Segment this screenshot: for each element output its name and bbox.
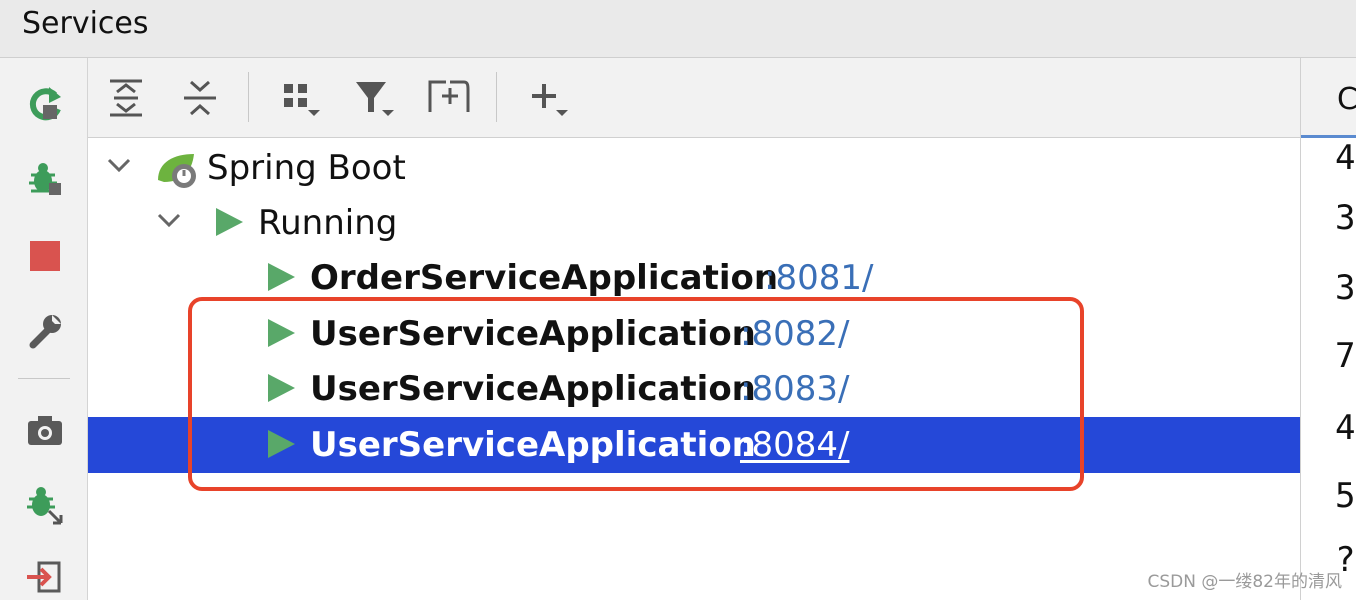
port-link[interactable]: :8083/ [740, 369, 849, 409]
debug-icon[interactable] [22, 156, 68, 202]
window-title: Services [22, 6, 149, 41]
wrench-icon[interactable] [22, 308, 68, 354]
run-icon [268, 263, 295, 291]
console-text: 4 [1335, 138, 1356, 178]
left-toolbar [0, 58, 88, 600]
stop-icon[interactable] [22, 233, 68, 279]
tree-node-running[interactable]: Running [88, 195, 1300, 251]
services-tree: Spring Boot Running OrderServiceApplicat… [88, 138, 1300, 600]
console-tab[interactable]: C [1301, 58, 1356, 138]
console-pane: C 4 3 3 7 4 5 ? [1300, 58, 1356, 600]
console-tab-label: C [1337, 82, 1356, 117]
run-icon [216, 208, 243, 236]
toolbar-separator [496, 72, 497, 122]
services-toolbar [88, 58, 1300, 138]
run-icon [268, 430, 295, 458]
login-icon[interactable] [22, 554, 68, 600]
camera-icon[interactable] [22, 408, 68, 454]
chevron-down-icon[interactable] [104, 150, 134, 180]
app-name: UserServiceApplication [310, 369, 756, 409]
chevron-down-icon[interactable] [154, 205, 184, 235]
run-icon [268, 374, 295, 402]
expand-all-icon[interactable] [102, 74, 150, 122]
tree-node-app[interactable]: OrderServiceApplication :8081/ [88, 250, 1300, 306]
tree-node-spring-boot[interactable]: Spring Boot [88, 140, 1300, 196]
port-link[interactable]: :8082/ [740, 314, 849, 354]
left-toolbar-separator [18, 378, 70, 379]
add-service-icon[interactable] [524, 74, 572, 122]
tree-node-app[interactable]: UserServiceApplication :8082/ [88, 306, 1300, 362]
port-link[interactable]: :8084/ [740, 425, 849, 465]
collapse-all-icon[interactable] [176, 74, 224, 122]
debug-attach-icon[interactable] [22, 482, 68, 528]
spring-boot-icon [158, 154, 196, 188]
title-bar: Services [0, 0, 1356, 58]
app-name: OrderServiceApplication [310, 258, 779, 298]
tree-label-running: Running [258, 203, 398, 243]
group-by-icon[interactable] [276, 74, 324, 122]
new-tab-icon[interactable] [424, 74, 472, 122]
port-link[interactable]: :8081/ [764, 258, 873, 298]
filter-icon[interactable] [350, 74, 398, 122]
console-text: 5 [1335, 476, 1356, 516]
run-icon [268, 319, 295, 347]
tree-node-app-selected[interactable]: UserServiceApplication :8084/ [88, 417, 1300, 473]
console-text: 3 [1335, 268, 1356, 308]
toolbar-separator [248, 72, 249, 122]
console-text: 4 [1335, 408, 1356, 448]
tree-label-spring-boot: Spring Boot [207, 148, 406, 188]
console-text: 3 [1335, 198, 1356, 238]
app-name: UserServiceApplication [310, 314, 756, 354]
app-name: UserServiceApplication [310, 425, 756, 465]
tree-node-app[interactable]: UserServiceApplication :8083/ [88, 361, 1300, 417]
watermark: CSDN @一缕82年的清风 [1147, 572, 1342, 592]
rerun-icon[interactable] [22, 82, 68, 128]
console-text: 7 [1335, 336, 1356, 376]
